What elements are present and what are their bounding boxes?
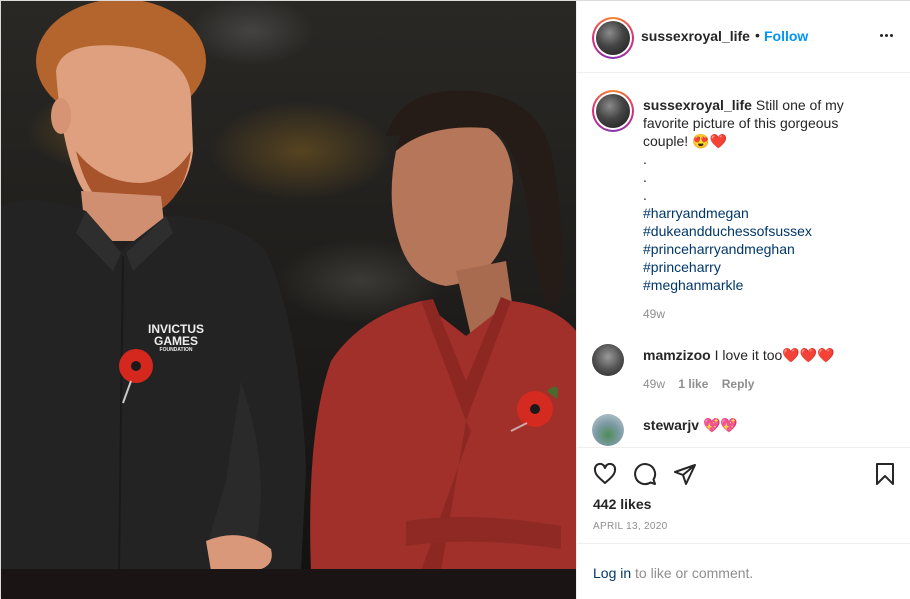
caption-dot: . [643, 151, 647, 167]
badge-line-2: GAMES [153, 334, 198, 348]
comment-username[interactable]: mamzizoo [643, 347, 711, 363]
bookmark-icon[interactable] [873, 462, 897, 486]
login-prompt: Log in to like or comment. [593, 565, 753, 581]
hashtag-link[interactable]: #princeharry [643, 258, 858, 276]
post-side-panel: sussexroyal_life • Follow sussexroyal_li… [576, 1, 910, 599]
comment-timestamp[interactable]: 49w [643, 377, 665, 391]
caption-dot: . [643, 187, 647, 203]
heart-icon[interactable] [593, 462, 617, 486]
avatar-image [596, 21, 630, 55]
comment-likes[interactable]: 1 like [678, 377, 708, 391]
badge-line-3: FOUNDATION [159, 347, 193, 353]
comment-text: stewarjv 💖💖 [643, 416, 738, 434]
more-horizontal-icon[interactable] [876, 25, 896, 45]
comment-text: mamzizoo I love it too❤️❤️❤️ [643, 346, 835, 364]
caption-avatar[interactable] [592, 90, 634, 132]
comment-icon[interactable] [633, 462, 657, 486]
caption-timestamp[interactable]: 49w [643, 307, 665, 321]
comments-scroll[interactable]: sussexroyal_life Still one of my favorit… [577, 74, 910, 446]
reply-button[interactable]: Reply [722, 377, 755, 391]
post-date[interactable]: APRIL 13, 2020 [593, 521, 667, 532]
login-suffix: to like or comment. [631, 565, 754, 581]
hashtag-link[interactable]: #meghanmarkle [643, 276, 858, 294]
comment-meta: 49w 1 like Reply [643, 377, 754, 391]
post-actions: 442 likes APRIL 13, 2020 [577, 447, 910, 543]
post-dialog: INVICTUS GAMES FOUNDATION sussexroyal_li… [0, 0, 910, 599]
caption-text: sussexroyal_life Still one of my favorit… [643, 96, 858, 294]
likes-count[interactable]: 442 likes [593, 496, 651, 512]
login-link[interactable]: Log in [593, 565, 631, 581]
caption-username[interactable]: sussexroyal_life [643, 97, 752, 113]
comment-avatar[interactable] [592, 344, 624, 376]
hashtag-link[interactable]: #princeharryandmeghan [643, 240, 858, 258]
header-separator: • [755, 27, 760, 43]
share-icon[interactable] [673, 462, 697, 486]
hashtag-link[interactable]: #harryandmegan [643, 204, 858, 222]
comment-body: 💖💖 [702, 417, 738, 433]
login-bar: Log in to like or comment. [577, 543, 910, 599]
header-avatar[interactable] [592, 17, 634, 59]
avatar-image [596, 94, 630, 128]
comment-avatar[interactable] [592, 414, 624, 446]
comment-body: I love it too❤️❤️❤️ [714, 347, 835, 363]
caption-dot: . [643, 169, 647, 185]
photo-illustration [1, 1, 576, 572]
follow-button[interactable]: Follow [764, 28, 808, 44]
hashtag-link[interactable]: #dukeandduchessofsussex [643, 222, 858, 240]
header-username[interactable]: sussexroyal_life [641, 28, 750, 44]
comment-username[interactable]: stewarjv [643, 417, 699, 433]
photo-floor [1, 569, 576, 599]
post-header: sussexroyal_life • Follow [577, 1, 910, 73]
post-image[interactable]: INVICTUS GAMES FOUNDATION [1, 1, 576, 599]
shirt-badge: INVICTUS GAMES FOUNDATION [141, 323, 211, 353]
